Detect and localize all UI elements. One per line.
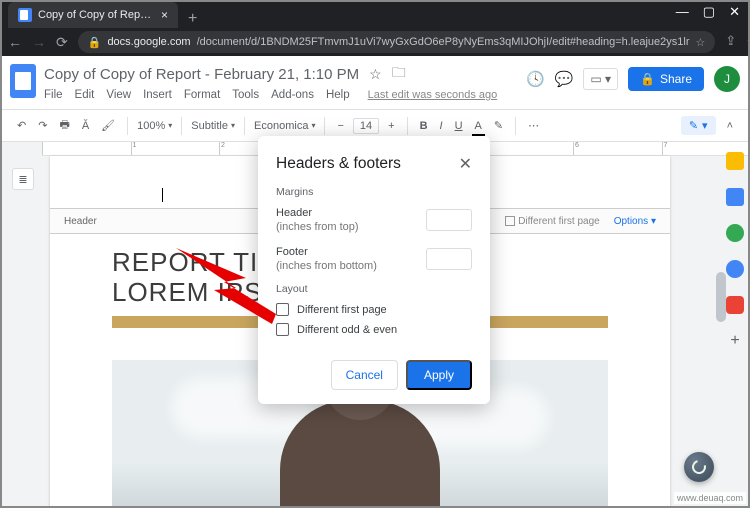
footer-margin-input[interactable]: [426, 248, 472, 270]
style-dropdown[interactable]: Subtitle: [191, 120, 235, 132]
menu-view[interactable]: View: [106, 89, 131, 101]
margins-section-label: Margins: [276, 186, 472, 198]
header-label: Header: [64, 216, 97, 227]
diff-odd-even-label: Different odd & even: [297, 324, 397, 336]
move-icon[interactable]: 🗀: [392, 62, 406, 86]
more-button[interactable]: ⋯: [525, 117, 542, 134]
window-close[interactable]: ✕: [729, 4, 740, 20]
share-icon[interactable]: ⇪: [725, 33, 736, 51]
calendar-icon[interactable]: [726, 188, 744, 206]
forward-button[interactable]: →: [32, 34, 46, 50]
undo-button[interactable]: ↶: [14, 117, 29, 134]
font-size[interactable]: 14: [353, 118, 379, 134]
menu-edit[interactable]: Edit: [75, 89, 95, 101]
menu-insert[interactable]: Insert: [143, 89, 172, 101]
font-dropdown[interactable]: Economica: [254, 120, 315, 132]
font-decrease[interactable]: −: [334, 118, 346, 134]
star-icon[interactable]: ☆: [696, 36, 706, 49]
present-button[interactable]: ▭ ▾: [583, 68, 618, 90]
comment-history-icon[interactable]: 🕓: [526, 70, 545, 88]
highlight-button[interactable]: ✎: [491, 117, 506, 134]
browser-tab[interactable]: Copy of Copy of Report - Febru... ×: [8, 2, 178, 28]
lock-icon: 🔒: [88, 36, 102, 49]
extensions-icon[interactable]: ✦: [746, 33, 750, 51]
dialog-title: Headers & footers: [276, 155, 401, 173]
zoom-dropdown[interactable]: 100%: [137, 120, 172, 132]
underline-button[interactable]: U: [452, 118, 466, 134]
menu-addons[interactable]: Add-ons: [271, 89, 314, 101]
font-increase[interactable]: +: [385, 118, 397, 134]
browser-chrome: — ▢ ✕ Copy of Copy of Report - Febru... …: [0, 0, 750, 56]
tasks-icon[interactable]: [726, 224, 744, 242]
bold-button[interactable]: B: [417, 118, 431, 134]
watermark: www.deuaq.com: [674, 492, 746, 504]
reload-button[interactable]: ⟳: [56, 34, 68, 51]
header-margin-sublabel: (inches from top): [276, 220, 359, 234]
scrollbar-thumb[interactable]: [716, 272, 726, 322]
text-cursor: [162, 188, 163, 202]
headers-footers-dialog: Headers & footers ✕ Margins Header (inch…: [258, 136, 490, 404]
contacts-icon[interactable]: [726, 260, 744, 278]
menu-file[interactable]: File: [44, 89, 63, 101]
docs-favicon: [18, 8, 32, 22]
comments-icon[interactable]: 💬: [555, 70, 574, 88]
outline-toggle[interactable]: ≣: [12, 168, 34, 190]
cancel-button[interactable]: Cancel: [331, 360, 398, 390]
header-diff-first-checkbox[interactable]: Different first page: [505, 216, 600, 227]
layout-section-label: Layout: [276, 283, 472, 295]
apply-button[interactable]: Apply: [406, 360, 472, 390]
checkbox-icon: [276, 323, 289, 336]
window-controls: — ▢ ✕: [676, 4, 740, 20]
footer-margin-sublabel: (inches from bottom): [276, 259, 377, 273]
collapse-button[interactable]: ˄: [724, 118, 736, 134]
paint-format-button[interactable]: 🖌: [98, 117, 118, 134]
menu-help[interactable]: Help: [326, 89, 350, 101]
footer-margin-label: Footer: [276, 245, 377, 259]
add-side-panel[interactable]: +: [730, 332, 739, 350]
document-title[interactable]: Copy of Copy of Report - February 21, 1:…: [44, 66, 359, 83]
share-label: Share: [660, 72, 692, 86]
tab-title: Copy of Copy of Report - Febru...: [38, 9, 155, 21]
header-options-dropdown[interactable]: Options ▾: [614, 216, 656, 227]
star-icon[interactable]: ☆: [369, 66, 382, 83]
account-avatar[interactable]: J: [714, 66, 740, 92]
spellcheck-button[interactable]: Ă: [79, 118, 92, 134]
address-bar[interactable]: 🔒 docs.google.com /document/d/1BNDM25FTm…: [78, 31, 716, 53]
checkbox-icon: [276, 303, 289, 316]
url-host: docs.google.com: [107, 36, 190, 48]
new-tab-button[interactable]: +: [178, 10, 207, 28]
editing-mode-button[interactable]: ✎ ▾: [681, 116, 716, 135]
side-panel: +: [726, 152, 744, 350]
redo-button[interactable]: ↷: [35, 117, 50, 134]
italic-button[interactable]: I: [437, 118, 446, 134]
lock-icon: 🔒: [640, 72, 655, 86]
different-first-page-checkbox[interactable]: Different first page: [276, 303, 472, 316]
diff-first-label: Different first page: [297, 304, 387, 316]
menu-tools[interactable]: Tools: [232, 89, 259, 101]
docs-header: Copy of Copy of Report - February 21, 1:…: [0, 56, 750, 110]
window-maximize[interactable]: ▢: [703, 4, 715, 20]
header-margin-input[interactable]: [426, 209, 472, 231]
header-margin-label: Header: [276, 206, 359, 220]
menu-bar: File Edit View Insert Format Tools Add-o…: [44, 89, 518, 101]
close-icon[interactable]: ×: [161, 8, 168, 22]
back-button[interactable]: ←: [8, 34, 22, 50]
text-color-button[interactable]: A: [472, 118, 485, 134]
different-odd-even-checkbox[interactable]: Different odd & even: [276, 323, 472, 336]
maps-icon[interactable]: [726, 296, 744, 314]
url-path: /document/d/1BNDM25FTmvmJ1uVi7wyGxGdO6eP…: [197, 36, 690, 48]
docs-logo-icon[interactable]: [10, 64, 36, 98]
menu-format[interactable]: Format: [184, 89, 220, 101]
keep-icon[interactable]: [726, 152, 744, 170]
close-icon[interactable]: ✕: [459, 154, 472, 174]
window-minimize[interactable]: —: [676, 4, 689, 20]
grammarly-badge[interactable]: [684, 452, 714, 482]
share-button[interactable]: 🔒 Share: [628, 67, 704, 91]
last-edit-text[interactable]: Last edit was seconds ago: [368, 89, 498, 101]
print-button[interactable]: 🖶: [56, 114, 72, 137]
